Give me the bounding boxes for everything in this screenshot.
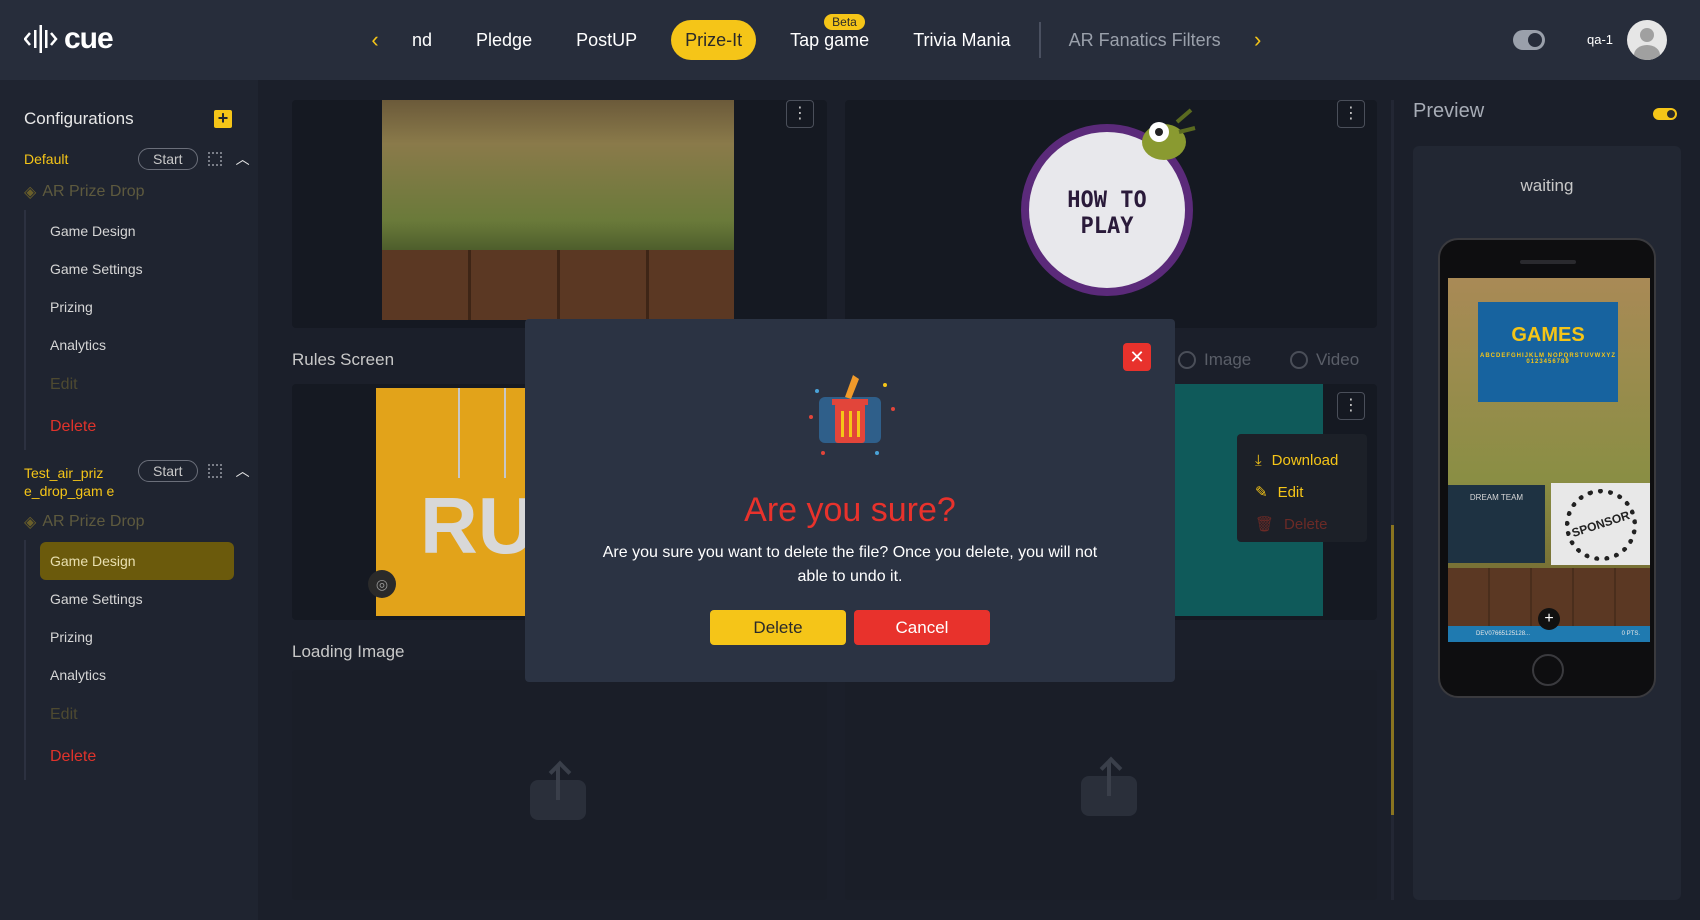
confirm-delete-modal: ✕ Are you sure? Are you sure you want to… — [525, 319, 1175, 682]
trash-bin-illustration-icon — [809, 375, 895, 455]
close-icon[interactable]: ✕ — [1123, 343, 1151, 371]
confirm-delete-button[interactable]: Delete — [710, 610, 846, 645]
cancel-button[interactable]: Cancel — [854, 610, 990, 645]
modal-message: Are you sure you want to delete the file… — [602, 544, 1098, 585]
modal-title: Are you sure? — [744, 491, 956, 529]
